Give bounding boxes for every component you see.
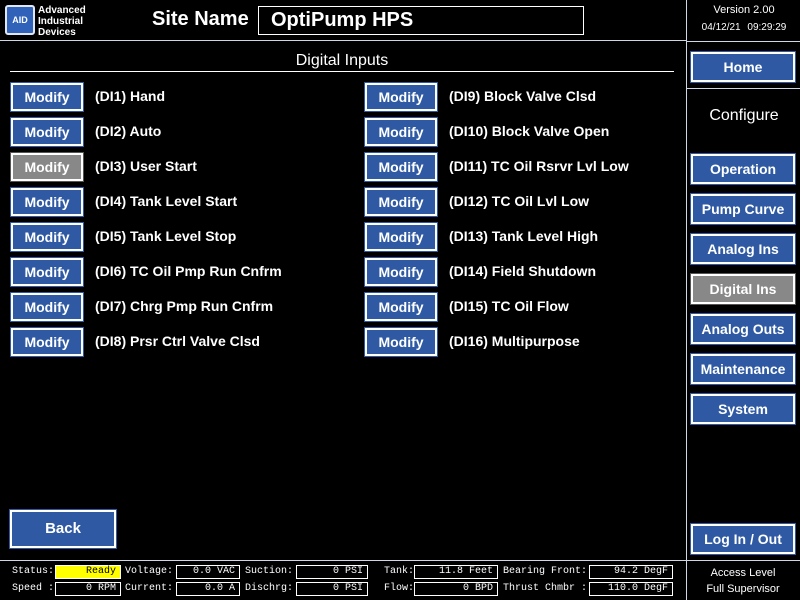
di11-label: (DI11) TC Oil Rsrvr Lvl Low <box>449 158 629 174</box>
di7-label: (DI7) Chrg Pmp Run Cnfrm <box>95 298 274 314</box>
modify-di11-button[interactable]: Modify <box>364 152 438 182</box>
access-level-value: Full Supervisor <box>706 583 780 595</box>
company-name-line-3: Devices <box>38 27 76 38</box>
nav-pump-curve-button[interactable]: Pump Curve <box>690 193 796 225</box>
bearing-front-value: 94.2 DegF <box>589 565 673 579</box>
di5-label: (DI5) Tank Level Stop <box>95 228 237 244</box>
login-logout-button[interactable]: Log In / Out <box>690 523 796 555</box>
tank-label: Tank: <box>384 566 415 577</box>
modify-di12-button[interactable]: Modify <box>364 187 438 217</box>
nav-analog-outs-button[interactable]: Analog Outs <box>690 313 796 345</box>
company-name: Advanced Industrial Devices <box>38 5 86 38</box>
site-name-value: OptiPump HPS <box>271 9 414 31</box>
modify-di9-button[interactable]: Modify <box>364 82 438 112</box>
di2-label: (DI2) Auto <box>95 123 162 139</box>
modify-di7-button[interactable]: Modify <box>10 292 84 322</box>
divider <box>687 41 800 42</box>
modify-di1-button[interactable]: Modify <box>10 82 84 112</box>
status-badge: Ready <box>55 565 121 579</box>
di15-label: (DI15) TC Oil Flow <box>449 298 569 314</box>
home-button[interactable]: Home <box>690 51 796 83</box>
time-text: 09:29:29 <box>747 22 787 33</box>
nav-system-button[interactable]: System <box>690 393 796 425</box>
date-text: 04/12/21 <box>701 22 741 33</box>
bearing-front-label: Bearing Front: <box>503 566 588 577</box>
modify-di14-button[interactable]: Modify <box>364 257 438 287</box>
di6-label: (DI6) TC Oil Pmp Run Cnfrm <box>95 263 282 279</box>
modify-di13-button[interactable]: Modify <box>364 222 438 252</box>
thrust-chamber-value: 110.0 DegF <box>589 582 673 596</box>
modify-di6-button[interactable]: Modify <box>10 257 84 287</box>
modify-di4-button[interactable]: Modify <box>10 187 84 217</box>
header-bar: AID Advanced Industrial Devices Site Nam… <box>0 0 686 41</box>
di16-label: (DI16) Multipurpose <box>449 333 580 349</box>
status-bar: Status: Ready Speed : 0 RPM Voltage: 0.0… <box>0 560 800 600</box>
right-nav-panel: Version 2.00 04/12/21 09:29:29 Home Conf… <box>686 0 800 560</box>
site-name-label: Site Name <box>152 8 249 30</box>
divider <box>687 88 800 89</box>
suction-label: Suction: <box>245 566 294 577</box>
current-label: Current: <box>125 583 174 594</box>
suction-value: 0 PSI <box>296 565 368 579</box>
modify-di10-button[interactable]: Modify <box>364 117 438 147</box>
configure-heading: Configure <box>709 107 779 124</box>
site-name-field: OptiPump HPS <box>258 6 584 35</box>
company-name-line-1: Advanced <box>38 5 86 16</box>
di13-label: (DI13) Tank Level High <box>449 228 599 244</box>
modify-di5-button[interactable]: Modify <box>10 222 84 252</box>
datetime-display: 04/12/21 09:29:29 <box>687 22 800 33</box>
company-name-line-2: Industrial <box>38 16 84 27</box>
di8-label: (DI8) Prsr Ctrl Valve Clsd <box>95 333 260 349</box>
speed-value: 0 RPM <box>55 582 121 596</box>
modify-di2-button[interactable]: Modify <box>10 117 84 147</box>
voltage-value: 0.0 VAC <box>176 565 240 579</box>
di9-label: (DI9) Block Valve Clsd <box>449 88 597 104</box>
di14-label: (DI14) Field Shutdown <box>449 263 596 279</box>
title-underline <box>10 71 674 72</box>
back-button[interactable]: Back <box>9 509 117 549</box>
di3-label: (DI3) User Start <box>95 158 197 174</box>
tank-value: 11.8 Feet <box>414 565 498 579</box>
status-label: Status: <box>12 566 55 577</box>
flow-value: 0 BPD <box>414 582 498 596</box>
page-title: Digital Inputs <box>295 52 389 69</box>
flow-label: Flow: <box>384 583 415 594</box>
speed-label: Speed : <box>12 583 55 594</box>
modify-di16-button[interactable]: Modify <box>364 327 438 357</box>
nav-digital-ins-button[interactable]: Digital Ins <box>690 273 796 305</box>
di4-label: (DI4) Tank Level Start <box>95 193 238 209</box>
version-text: Version 2.00 <box>713 4 775 16</box>
voltage-label: Voltage: <box>125 566 174 577</box>
nav-analog-ins-button[interactable]: Analog Ins <box>690 233 796 265</box>
di12-label: (DI12) TC Oil Lvl Low <box>449 193 590 209</box>
modify-di15-button[interactable]: Modify <box>364 292 438 322</box>
nav-operation-button[interactable]: Operation <box>690 153 796 185</box>
access-level-label: Access Level <box>710 567 776 579</box>
current-value: 0.0 A <box>176 582 240 596</box>
thrust-chamber-label: Thrust Chmbr : <box>503 583 588 594</box>
modify-di3-button[interactable]: Modify <box>10 152 84 182</box>
discharge-label: Dischrg: <box>245 583 294 594</box>
discharge-value: 0 PSI <box>296 582 368 596</box>
modify-di8-button[interactable]: Modify <box>10 327 84 357</box>
di1-label: (DI1) Hand <box>95 88 165 104</box>
company-logo: AID <box>5 5 35 35</box>
di10-label: (DI10) Block Valve Open <box>449 123 610 139</box>
nav-maintenance-button[interactable]: Maintenance <box>690 353 796 385</box>
